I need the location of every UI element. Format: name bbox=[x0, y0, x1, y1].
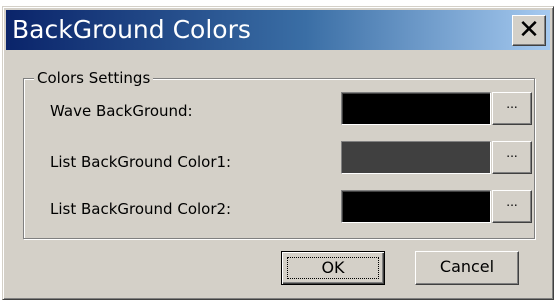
title-bar[interactable]: BackGround Colors ✕ bbox=[6, 10, 550, 50]
list-background-color1-label: List BackGround Color1: bbox=[50, 153, 232, 171]
list-background-color1-swatch[interactable] bbox=[341, 141, 491, 174]
dialog-window: BackGround Colors ✕ Colors Settings Wave… bbox=[2, 6, 554, 300]
cancel-button[interactable]: Cancel bbox=[415, 251, 519, 285]
window-title: BackGround Colors bbox=[12, 15, 251, 44]
ok-button[interactable]: OK bbox=[281, 251, 385, 285]
close-icon: ✕ bbox=[518, 15, 540, 45]
list-background-color2-swatch[interactable] bbox=[341, 190, 491, 223]
list-background-color1-browse-button[interactable]: ... bbox=[492, 141, 532, 174]
group-label: Colors Settings bbox=[34, 69, 154, 87]
list-background-color2-browse-button[interactable]: ... bbox=[492, 190, 532, 223]
list-background-color2-label: List BackGround Color2: bbox=[50, 200, 232, 218]
wave-background-swatch[interactable] bbox=[341, 92, 491, 125]
close-button[interactable]: ✕ bbox=[512, 15, 546, 46]
wave-background-label: Wave BackGround: bbox=[50, 102, 193, 120]
ok-button-label: OK bbox=[321, 258, 345, 277]
colors-settings-group: Colors Settings Wave BackGround: ... Lis… bbox=[23, 69, 535, 239]
wave-background-browse-button[interactable]: ... bbox=[492, 92, 532, 125]
